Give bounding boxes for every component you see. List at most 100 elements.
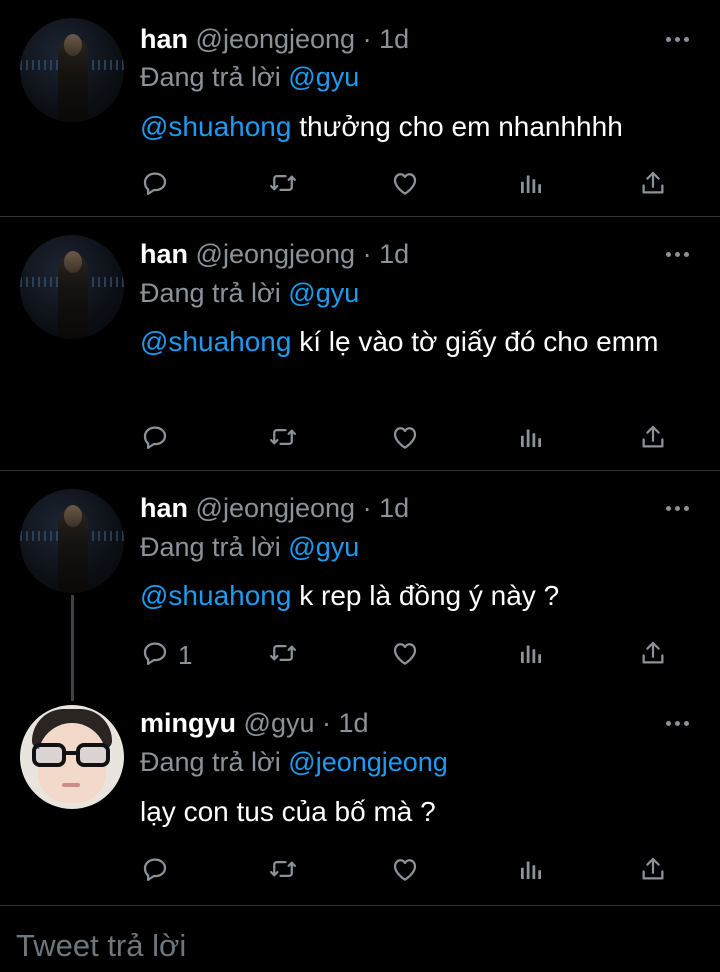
- share-button[interactable]: [638, 421, 668, 457]
- retweet-button[interactable]: [268, 637, 298, 673]
- avatar[interactable]: [20, 705, 124, 809]
- replying-to-label: Đang trả lời: [140, 62, 281, 92]
- replying-to: Đang trả lời @gyu: [140, 530, 359, 564]
- tweet-body: thưởng cho em nhanhhhh: [291, 111, 623, 142]
- separator-dot: ·: [322, 708, 331, 738]
- retweet-icon: [268, 854, 298, 889]
- analytics-icon: [516, 168, 546, 203]
- replying-to: Đang trả lời @gyu: [140, 276, 359, 310]
- tweet-header: mingyu @gyu · 1d: [140, 706, 369, 740]
- like-button[interactable]: [390, 167, 420, 203]
- like-button[interactable]: [390, 421, 420, 457]
- heart-icon: [390, 854, 420, 889]
- avatar[interactable]: [20, 18, 124, 122]
- replying-to: Đang trả lời @jeongjeong: [140, 745, 448, 779]
- analytics-button[interactable]: [516, 421, 546, 457]
- tweet-text: lạy con tus của bố mà ?: [140, 793, 680, 831]
- timestamp[interactable]: 1d: [379, 493, 409, 523]
- timestamp[interactable]: 1d: [379, 239, 409, 269]
- avatar-mouth: [62, 783, 80, 787]
- analytics-icon: [516, 422, 546, 457]
- heart-icon: [390, 638, 420, 673]
- timestamp[interactable]: 1d: [339, 708, 369, 738]
- tweet-body: lạy con tus của bố mà ?: [140, 796, 436, 827]
- reply-count: 1: [178, 639, 193, 670]
- reply-button[interactable]: [140, 853, 170, 889]
- username-handle[interactable]: @gyu: [244, 708, 315, 738]
- tweet-actions: 1: [0, 637, 720, 673]
- more-icon[interactable]: [664, 249, 692, 259]
- share-button[interactable]: [638, 637, 668, 673]
- separator-dot: ·: [362, 493, 372, 523]
- tweet-body: k rep là đồng ý này ?: [291, 580, 560, 611]
- separator-dot: ·: [362, 24, 372, 54]
- share-icon: [638, 854, 668, 889]
- reply-button[interactable]: [140, 421, 170, 457]
- display-name[interactable]: mingyu: [140, 708, 236, 738]
- tweet-text: @shuahong thưởng cho em nhanhhhh: [140, 108, 680, 146]
- reply-button[interactable]: 1: [140, 637, 192, 673]
- more-icon[interactable]: [664, 503, 692, 513]
- avatar-head: [64, 34, 82, 56]
- tweet[interactable]: han @jeongjeong · 1d Đang trả lời @gyu @…: [0, 217, 720, 470]
- reply-input[interactable]: Tweet trả lời: [16, 928, 186, 964]
- retweet-icon: [268, 168, 298, 203]
- display-name[interactable]: han: [140, 24, 188, 54]
- replying-to-mention[interactable]: @gyu: [288, 278, 359, 308]
- tweet[interactable]: mingyu @gyu · 1d Đang trả lời @jeongjeon…: [0, 701, 720, 904]
- retweet-icon: [268, 422, 298, 457]
- analytics-button[interactable]: [516, 853, 546, 889]
- separator-dot: ·: [362, 239, 372, 269]
- share-button[interactable]: [638, 167, 668, 203]
- avatar[interactable]: [20, 489, 124, 593]
- timestamp[interactable]: 1d: [379, 24, 409, 54]
- thread-connector-line: [71, 595, 74, 701]
- replying-to-mention[interactable]: @jeongjeong: [288, 747, 448, 777]
- avatar-glasses: [32, 743, 112, 767]
- tweet-text: @shuahong k rep là đồng ý này ?: [140, 577, 680, 615]
- avatar[interactable]: [20, 235, 124, 339]
- display-name[interactable]: han: [140, 239, 188, 269]
- tweet-text: @shuahong kí lẹ vào tờ giấy đó cho emm: [140, 323, 680, 361]
- username-handle[interactable]: @jeongjeong: [196, 493, 356, 523]
- replying-to-label: Đang trả lời: [140, 278, 281, 308]
- replying-to-label: Đang trả lời: [140, 532, 281, 562]
- retweet-button[interactable]: [268, 421, 298, 457]
- retweet-button[interactable]: [268, 167, 298, 203]
- tweet-header: han @jeongjeong · 1d: [140, 237, 409, 271]
- reply-button[interactable]: [140, 167, 170, 203]
- like-button[interactable]: [390, 853, 420, 889]
- analytics-button[interactable]: [516, 637, 546, 673]
- heart-icon: [390, 422, 420, 457]
- username-handle[interactable]: @jeongjeong: [196, 239, 356, 269]
- replying-to: Đang trả lời @gyu: [140, 60, 359, 94]
- retweet-button[interactable]: [268, 853, 298, 889]
- replying-to-mention[interactable]: @gyu: [288, 532, 359, 562]
- more-icon[interactable]: [664, 718, 692, 728]
- tweet-body: kí lẹ vào tờ giấy đó cho emm: [291, 326, 659, 357]
- reply-icon: [140, 168, 170, 203]
- avatar-head: [64, 251, 82, 273]
- like-button[interactable]: [390, 637, 420, 673]
- tweet-mention[interactable]: @shuahong: [140, 580, 291, 611]
- tweet-mention[interactable]: @shuahong: [140, 326, 291, 357]
- username-handle[interactable]: @jeongjeong: [196, 24, 356, 54]
- tweet-header: han @jeongjeong · 1d: [140, 491, 409, 525]
- analytics-icon: [516, 638, 546, 673]
- share-icon: [638, 168, 668, 203]
- retweet-icon: [268, 638, 298, 673]
- tweet-actions: [0, 167, 720, 203]
- replying-to-mention[interactable]: @gyu: [288, 62, 359, 92]
- reply-icon: [140, 422, 170, 457]
- tweet[interactable]: han @jeongjeong · 1d Đang trả lời @gyu @…: [0, 471, 720, 701]
- avatar-head: [64, 505, 82, 527]
- display-name[interactable]: han: [140, 493, 188, 523]
- tweet[interactable]: han @jeongjeong · 1d Đang trả lời @gyu @…: [0, 0, 720, 216]
- analytics-button[interactable]: [516, 167, 546, 203]
- reply-composer[interactable]: Tweet trả lời: [0, 906, 720, 972]
- tweet-mention[interactable]: @shuahong: [140, 111, 291, 142]
- share-icon: [638, 638, 668, 673]
- analytics-icon: [516, 854, 546, 889]
- share-button[interactable]: [638, 853, 668, 889]
- more-icon[interactable]: [664, 34, 692, 44]
